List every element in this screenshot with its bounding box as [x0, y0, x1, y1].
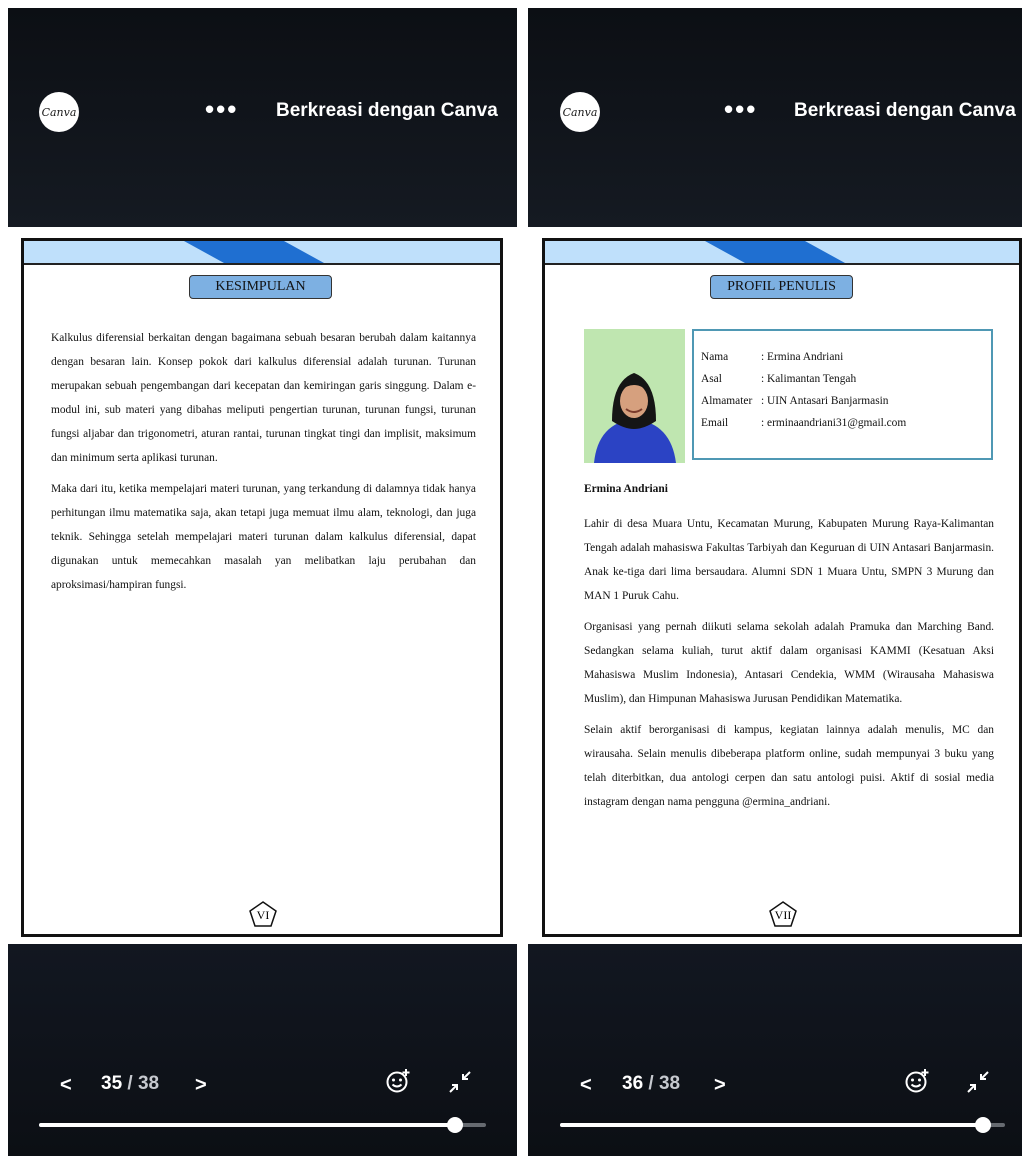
next-page-button[interactable]: > [714, 1074, 726, 1097]
author-info-box: Nama: Ermina Andriani Asal: Kalimantan T… [692, 329, 993, 460]
progress-fill [560, 1123, 983, 1127]
progress-bar[interactable] [560, 1117, 1005, 1133]
top-bar: Canva ••• Berkreasi dengan Canva [8, 8, 517, 227]
previous-page-button[interactable]: < [580, 1074, 592, 1097]
page-header-band [24, 241, 500, 265]
author-name: Ermina Andriani [584, 483, 668, 495]
header-ribbon [184, 241, 324, 263]
page-body: Lahir di desa Muara Untu, Kecamatan Muru… [584, 512, 994, 821]
page-number-badge: VII [768, 900, 798, 928]
more-options-button[interactable]: ••• [205, 96, 238, 122]
current-page: 36 [622, 1073, 644, 1094]
section-heading: PROFIL PENULIS [710, 275, 853, 299]
header-ribbon [705, 241, 845, 263]
add-reaction-icon[interactable] [904, 1068, 930, 1094]
page-body: Kalkulus diferensial berkaitan dengan ba… [51, 326, 476, 604]
info-row-email: Email: erminaandriani31@gmail.com [701, 417, 907, 429]
bottom-bar: < 36 / 38 > [528, 944, 1022, 1156]
add-reaction-icon[interactable] [385, 1068, 411, 1094]
page-number-badge: VI [248, 900, 278, 928]
paragraph: Selain aktif berorganisasi di kampus, ke… [584, 724, 994, 808]
progress-handle[interactable] [974, 1117, 991, 1133]
paragraph: Organisasi yang pernah diikuti selama se… [584, 621, 994, 705]
page-number: VII [774, 908, 792, 922]
more-options-button[interactable]: ••• [724, 96, 757, 122]
paragraph: Maka dari itu, ketika mempelajari materi… [51, 483, 476, 591]
author-portrait [584, 329, 685, 463]
bottom-bar: < 35 / 38 > [8, 944, 517, 1156]
progress-fill [39, 1123, 455, 1127]
author-photo [584, 329, 685, 463]
progress-handle[interactable] [446, 1117, 463, 1133]
current-page: 35 [101, 1073, 123, 1094]
page-counter: 36 / 38 [622, 1073, 680, 1095]
collapse-icon[interactable] [448, 1070, 472, 1094]
info-row-name: Nama: Ermina Andriani [701, 351, 844, 363]
canva-logo[interactable]: Canva [39, 92, 79, 132]
viewer-panel-right: Canva ••• Berkreasi dengan Canva PROFIL … [528, 0, 1022, 1156]
top-bar: Canva ••• Berkreasi dengan Canva [528, 8, 1022, 227]
paragraph: Kalkulus diferensial berkaitan dengan ba… [51, 332, 476, 464]
total-pages: / 38 [648, 1073, 681, 1094]
document-page: PROFIL PENULIS Nama: Ermina Andriani Asa… [542, 238, 1022, 937]
previous-page-button[interactable]: < [60, 1074, 72, 1097]
page-header-band [545, 241, 1019, 265]
document-page: KESIMPULAN Kalkulus diferensial berkaita… [21, 238, 503, 937]
total-pages: / 38 [127, 1073, 160, 1094]
next-page-button[interactable]: > [195, 1074, 207, 1097]
info-row-almamater: Almamater: UIN Antasari Banjarmasin [701, 395, 889, 407]
canva-logo[interactable]: Canva [560, 92, 600, 132]
page-counter: 35 / 38 [101, 1073, 159, 1095]
viewer-panel-left: Canva ••• Berkreasi dengan Canva KESIMPU… [8, 0, 517, 1156]
info-row-origin: Asal: Kalimantan Tengah [701, 373, 857, 385]
paragraph: Lahir di desa Muara Untu, Kecamatan Muru… [584, 518, 994, 602]
collapse-icon[interactable] [966, 1070, 990, 1094]
presentation-title: Berkreasi dengan Canva [276, 100, 498, 121]
progress-bar[interactable] [39, 1117, 486, 1133]
page-number: VI [256, 908, 270, 922]
section-heading: KESIMPULAN [189, 275, 332, 299]
presentation-title: Berkreasi dengan Canva [794, 100, 1016, 121]
